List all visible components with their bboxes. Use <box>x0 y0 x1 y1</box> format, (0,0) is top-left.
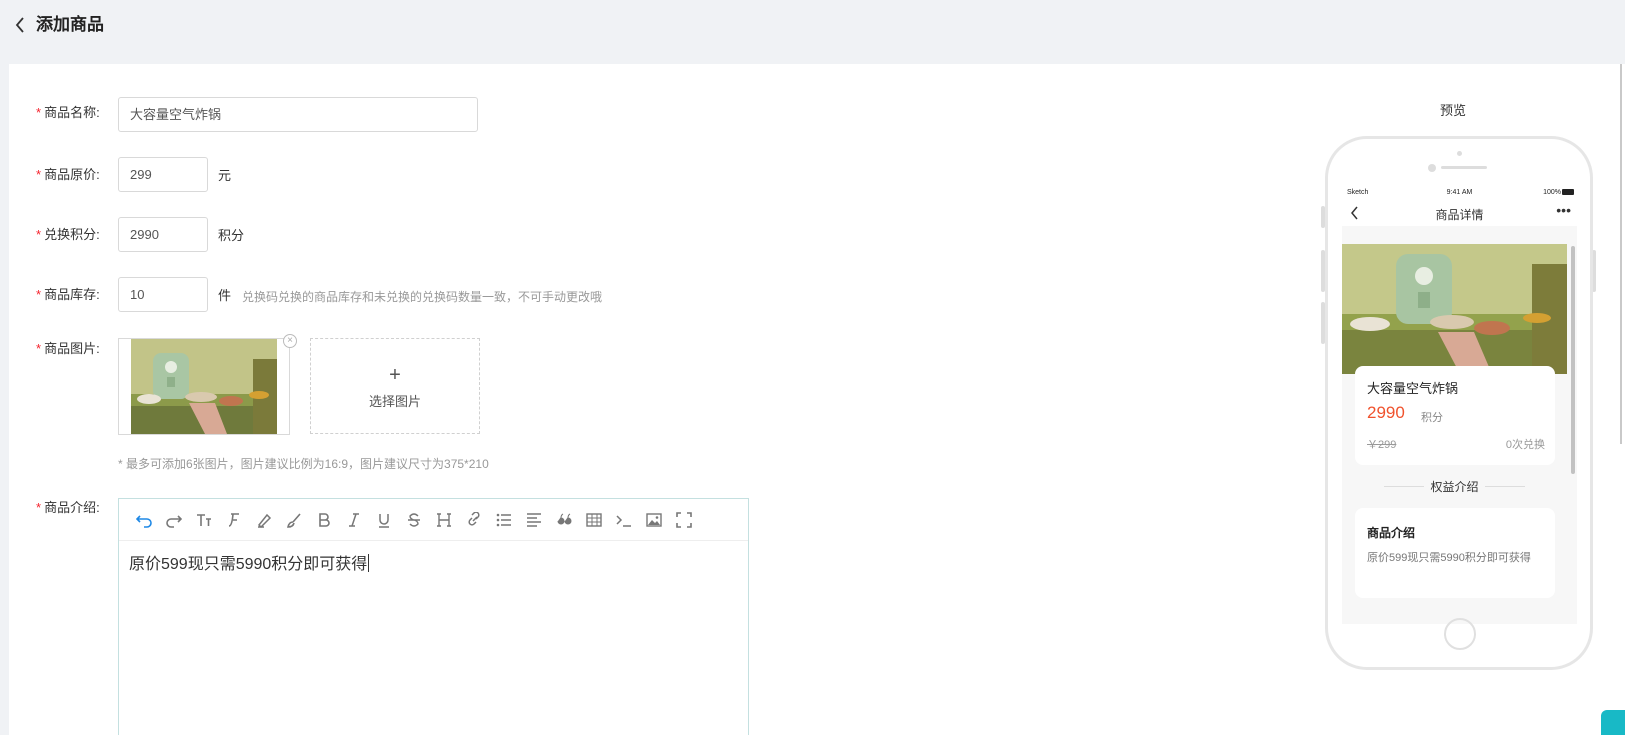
original-price-input[interactable]: 299 <box>118 157 208 192</box>
image-hint: * 最多可添加6张图片，图片建议比例为16:9，图片建议尺寸为375*210 <box>118 457 489 471</box>
intro-card-text: 原价599现只需5990积分即可获得 <box>1367 552 1531 564</box>
link-icon[interactable] <box>459 507 489 533</box>
phone-nav-bar: 商品详情 ••• <box>1342 200 1577 226</box>
status-bar: Sketch 9:41 AM 100% <box>1342 186 1577 200</box>
stock-unit: 件 <box>218 288 232 303</box>
original-price-label: * 商品原价: <box>36 167 100 182</box>
preview-redeem-count: 0次兑换 <box>1505 439 1545 451</box>
italic-icon[interactable] <box>339 507 369 533</box>
heading-icon[interactable] <box>429 507 459 533</box>
benefits-section-title: 权益介绍 <box>1430 480 1479 494</box>
code-icon[interactable] <box>609 507 639 533</box>
plus-icon: + <box>389 364 401 386</box>
redo-icon[interactable] <box>159 507 189 533</box>
undo-icon[interactable] <box>129 507 159 533</box>
intro-card: 商品介绍 原价599现只需5990积分即可获得 <box>1355 508 1555 598</box>
text-caret <box>368 554 370 572</box>
underline-icon[interactable] <box>369 507 399 533</box>
nav-title: 商品详情 <box>1435 208 1484 222</box>
strikethrough-icon[interactable] <box>399 507 429 533</box>
help-float-button[interactable] <box>1601 710 1625 735</box>
preview-points-unit: 积分 <box>1421 412 1443 424</box>
image-thumbnail[interactable] <box>118 338 290 435</box>
product-name-label: * 商品名称: <box>36 105 100 120</box>
remove-image-icon[interactable]: × <box>283 334 297 348</box>
product-name-input[interactable]: 大容量空气炸锅 <box>118 97 478 132</box>
phone-sensor <box>1457 151 1462 156</box>
points-input[interactable]: 2990 <box>118 217 208 252</box>
intro-card-title: 商品介绍 <box>1367 526 1416 540</box>
page-scrollbar[interactable] <box>1620 64 1622 444</box>
add-image-button[interactable]: + 选择图片 <box>310 338 480 434</box>
battery-level: 100% <box>1543 189 1561 196</box>
font-size-icon[interactable] <box>189 507 219 533</box>
highlighter-icon[interactable] <box>249 507 279 533</box>
table-icon[interactable] <box>579 507 609 533</box>
preview-scrollbar[interactable] <box>1571 246 1575 474</box>
air-fryer-thumbnail-image <box>131 339 277 434</box>
product-hero-image <box>1342 244 1567 374</box>
points-label: * 兑换积分: <box>36 227 100 242</box>
brush-icon[interactable] <box>279 507 309 533</box>
product-info-card: 大容量空气炸锅 2990 积分 ￥299 0次兑换 <box>1355 366 1555 465</box>
bold-icon[interactable] <box>309 507 339 533</box>
preview-label: 预览 <box>1440 103 1467 118</box>
more-icon[interactable]: ••• <box>1556 202 1571 218</box>
editor-toolbar <box>119 499 748 541</box>
status-time: 9:41 AM <box>1446 189 1473 196</box>
preview-product-name: 大容量空气炸锅 <box>1367 381 1459 396</box>
preview-points: 2990 <box>1367 403 1405 422</box>
align-icon[interactable] <box>519 507 549 533</box>
price-unit: 元 <box>218 168 232 183</box>
editor-content[interactable]: 原价599现只需5990积分即可获得 <box>129 553 370 577</box>
page-title: 添加商品 <box>36 15 104 34</box>
list-icon[interactable] <box>489 507 519 533</box>
stock-hint: 兑换码兑换的商品库存和未兑换的兑换码数量一致，不可手动更改哦 <box>242 290 603 304</box>
font-family-icon[interactable] <box>219 507 249 533</box>
rich-text-editor[interactable]: 原价599现只需5990积分即可获得 <box>118 498 749 735</box>
battery-icon <box>1562 189 1574 195</box>
phone-screen: Sketch 9:41 AM 100% 商品详情 ••• 大容量空气炸锅 299… <box>1342 186 1577 624</box>
chevron-left-icon <box>15 17 24 33</box>
phone-camera <box>1428 164 1436 172</box>
preview-original-price: ￥299 <box>1367 439 1397 451</box>
phone-speaker <box>1441 166 1487 169</box>
stock-input[interactable]: 10 <box>118 277 208 312</box>
product-intro-label: * 商品介绍: <box>36 500 100 515</box>
fullscreen-icon[interactable] <box>669 507 699 533</box>
points-unit: 积分 <box>218 228 245 243</box>
add-image-label: 选择图片 <box>368 394 421 409</box>
image-icon[interactable] <box>639 507 669 533</box>
top-bar: 添加商品 <box>0 0 1625 64</box>
quote-icon[interactable] <box>549 507 579 533</box>
phone-home-button <box>1444 618 1476 650</box>
stock-label: * 商品库存: <box>36 287 100 302</box>
product-image-label: * 商品图片: <box>36 341 100 356</box>
back-button[interactable] <box>14 14 26 36</box>
